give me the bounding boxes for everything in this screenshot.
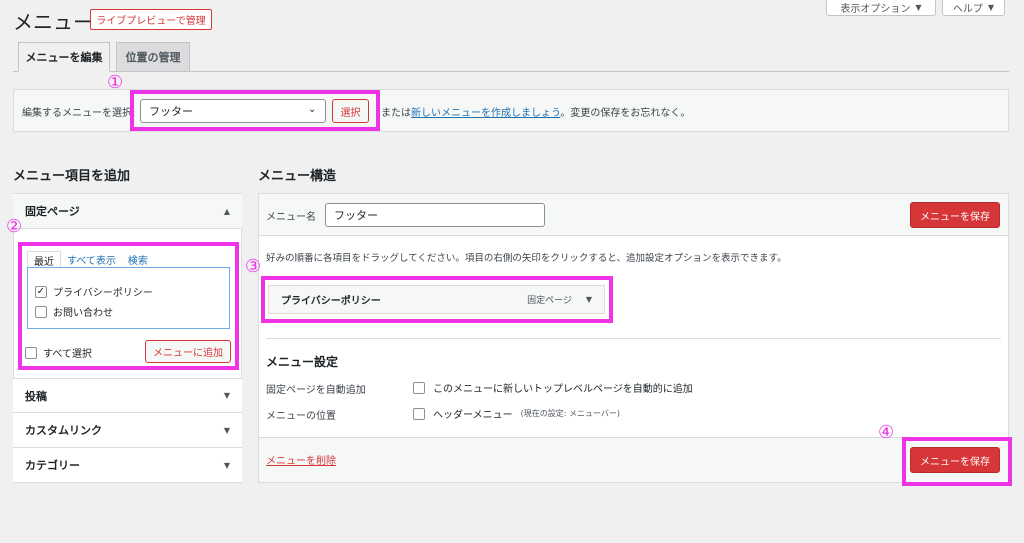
auto-add-option-label: このメニューに新しいトップレベルページを自動的に追加 xyxy=(433,384,693,395)
auto-add-option[interactable]: このメニューに新しいトップレベルページを自動的に追加 xyxy=(413,380,693,395)
help-button[interactable]: ヘルプ ▼ xyxy=(942,0,1005,16)
accordion-custom-links-label: カスタムリンク xyxy=(25,424,102,437)
delete-menu-link[interactable]: メニューを削除 xyxy=(266,452,336,467)
create-menu-text: または新しいメニューを作成しましょう。変更の保存をお忘れなく。 xyxy=(381,104,690,119)
menu-footer-bar xyxy=(259,437,1008,482)
screen-options-button[interactable]: 表示オプション ▼ xyxy=(826,0,936,16)
accordion-pages-label: 固定ページ xyxy=(25,205,80,218)
header-menu-option-label: ヘッダーメニュー xyxy=(433,410,513,421)
caret-down-icon: ▼ xyxy=(223,425,230,435)
live-preview-button[interactable]: ライブプレビューで管理 xyxy=(90,9,212,30)
accordion-posts-label: 投稿 xyxy=(25,389,47,403)
add-menu-items-heading: メニュー項目を追加 xyxy=(13,169,131,184)
auto-add-label: 固定ページを自動追加 xyxy=(266,385,366,396)
menu-select-label: 編集するメニューを選択: xyxy=(22,108,136,119)
annotation-number-2: ② xyxy=(6,216,23,237)
save-menu-button[interactable]: メニューを保存 xyxy=(910,202,1000,228)
accordion-custom-links[interactable]: カスタムリンク ▼ xyxy=(13,413,242,448)
caret-down-icon: ▼ xyxy=(223,391,230,400)
annotation-number-1: ① xyxy=(107,72,124,93)
page-title: メニュー xyxy=(13,10,93,34)
checkbox-icon[interactable] xyxy=(413,407,425,420)
help-label: ヘルプ xyxy=(952,4,983,15)
accordion-categories[interactable]: カテゴリー ▼ xyxy=(13,448,242,483)
annotation-number-3: ③ xyxy=(245,256,262,277)
current-location-note: (現在の設定: メニューバー) xyxy=(520,409,621,418)
header-menu-option[interactable]: ヘッダーメニュー (現在の設定: メニューバー) xyxy=(413,406,620,421)
highlight-box-2 xyxy=(18,242,239,370)
annotation-number-4: ④ xyxy=(878,422,895,443)
menu-name-input[interactable]: フッター xyxy=(325,203,545,227)
caret-down-icon: ▼ xyxy=(987,3,995,12)
tab-edit-menus[interactable]: メニューを編集 xyxy=(18,42,110,72)
highlight-box-3 xyxy=(261,276,613,323)
save-reminder-text: 。変更の保存をお忘れなく。 xyxy=(560,108,691,119)
menu-location-label: メニューの位置 xyxy=(266,411,336,422)
tab-manage-locations[interactable]: 位置の管理 xyxy=(116,42,190,72)
highlight-box-4 xyxy=(902,437,1012,486)
checkbox-icon[interactable] xyxy=(413,381,425,394)
accordion-categories-label: カテゴリー xyxy=(25,459,80,472)
accordion-posts[interactable]: 投稿 ▼ xyxy=(13,378,242,413)
menu-name-label: メニュー名 xyxy=(266,212,316,223)
accordion-pages[interactable]: 固定ページ ▲ xyxy=(13,194,242,229)
settings-divider xyxy=(266,338,1001,339)
drag-instructions: 好みの順番に各項目をドラッグしてください。項目の右側の矢印をクリックすると、追加… xyxy=(266,253,787,264)
screen-options-label: 表示オプション xyxy=(840,4,911,15)
caret-down-icon: ▼ xyxy=(223,460,230,470)
menu-settings-heading: メニュー設定 xyxy=(266,355,339,369)
highlight-box-1 xyxy=(130,90,380,131)
caret-up-icon: ▲ xyxy=(223,206,230,216)
menu-structure-heading: メニュー構造 xyxy=(258,169,337,184)
caret-down-icon: ▼ xyxy=(915,3,922,12)
create-menu-link[interactable]: 新しいメニューを作成しましょう xyxy=(411,108,560,119)
or-text: または xyxy=(381,108,411,119)
